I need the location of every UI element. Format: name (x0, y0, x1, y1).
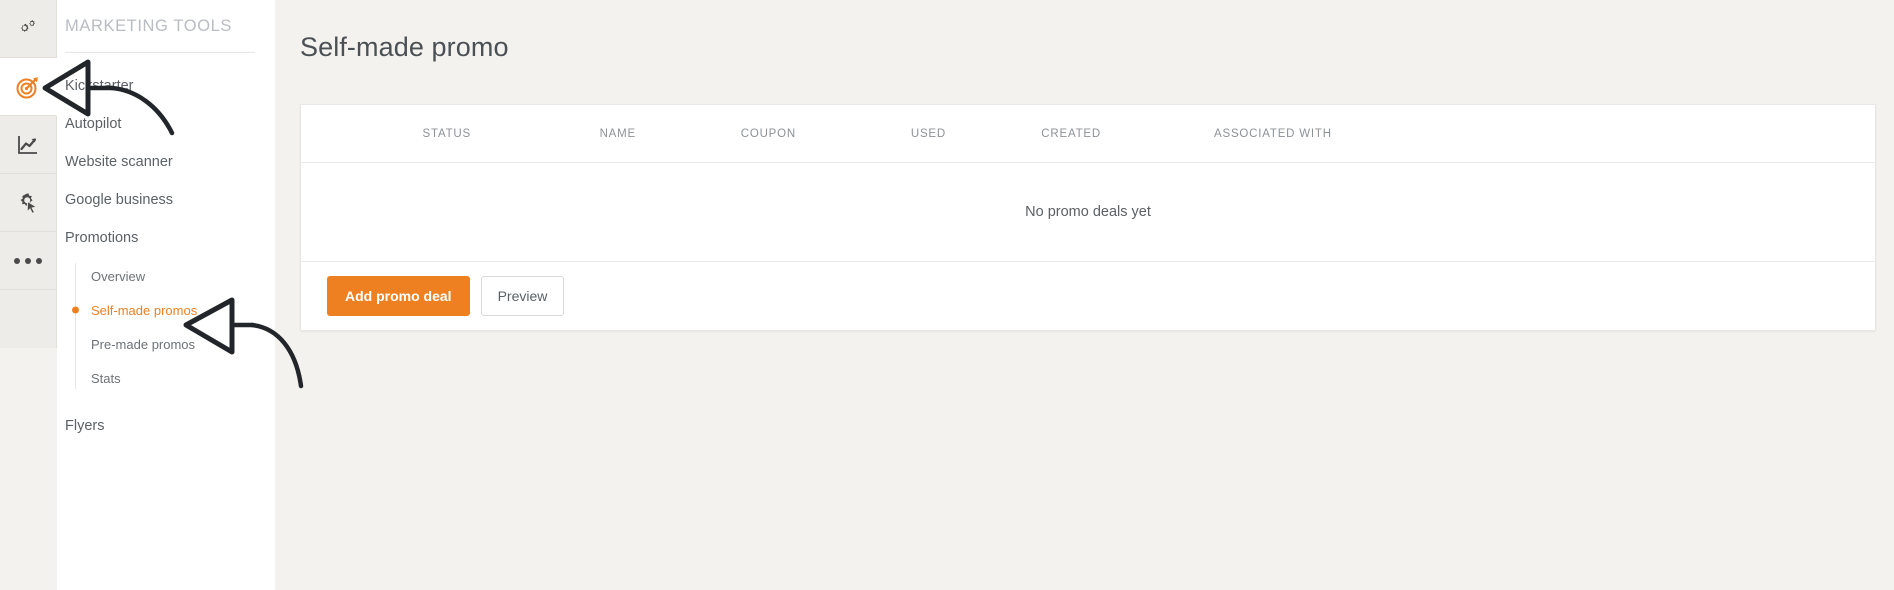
column-header-status: STATUS (301, 128, 471, 140)
active-bullet-icon (72, 307, 79, 314)
sidebar-item-google-business[interactable]: Google business (57, 181, 275, 219)
add-promo-deal-button[interactable]: Add promo deal (327, 276, 470, 316)
target-dart-icon (14, 73, 42, 101)
table-header-row: STATUS NAME COUPON USED CREATED ASSOCIAT… (301, 105, 1875, 162)
empty-state: No promo deals yet (301, 163, 1875, 261)
gear-cursor-icon (15, 190, 41, 216)
sidebar-item-flyers[interactable]: Flyers (57, 407, 275, 445)
ellipsis-icon (14, 258, 42, 264)
sidebar-item-promotions[interactable]: Promotions (57, 219, 275, 257)
sidebar-title: MARKETING TOOLS (61, 0, 275, 36)
subnav-item-label: Stats (91, 371, 121, 386)
table-header-section: STATUS NAME COUPON USED CREATED ASSOCIAT… (301, 105, 1875, 162)
column-header-name: NAME (471, 128, 636, 140)
rail-item-reports[interactable] (0, 116, 56, 174)
sidebar-divider (65, 52, 255, 53)
empty-state-message: No promo deals yet (1025, 204, 1151, 220)
subnav-item-label: Overview (91, 269, 145, 284)
rail-item-automation[interactable] (0, 174, 56, 232)
rail-item-settings[interactable] (0, 0, 56, 58)
line-chart-icon (15, 132, 41, 158)
sidebar-item-autopilot[interactable]: Autopilot (57, 105, 275, 143)
subnav-item-self-made-promos[interactable]: Self-made promos (91, 293, 275, 327)
subnav-item-stats[interactable]: Stats (91, 361, 275, 395)
column-header-associated-with: ASSOCIATED WITH (1101, 128, 1332, 140)
main-content: Self-made promo STATUS NAME COUPON USED … (275, 0, 1894, 590)
column-header-coupon: COUPON (636, 128, 796, 140)
column-header-created: CREATED (946, 128, 1101, 140)
action-bar: Add promo deal Preview (301, 262, 1875, 330)
subnav-item-pre-made-promos[interactable]: Pre-made promos (91, 327, 275, 361)
promotions-subnav: Overview Self-made promos Pre-made promo… (75, 259, 275, 395)
marketing-tools-sidebar: MARKETING TOOLS Kickstarter Autopilot We… (57, 0, 275, 590)
sidebar-item-kickstarter[interactable]: Kickstarter (57, 67, 275, 105)
sidebar-item-website-scanner[interactable]: Website scanner (57, 143, 275, 181)
page-title: Self-made promo (275, 0, 1894, 63)
subnav-item-overview[interactable]: Overview (91, 259, 275, 293)
subnav-item-label: Pre-made promos (91, 337, 195, 352)
sidebar-nav: Kickstarter Autopilot Website scanner Go… (57, 67, 275, 445)
settings-gears-icon (15, 16, 41, 42)
rail-item-more[interactable] (0, 232, 56, 290)
promo-deals-card: STATUS NAME COUPON USED CREATED ASSOCIAT… (300, 104, 1876, 331)
card-actions-section: Add promo deal Preview (301, 261, 1875, 330)
table-body-section: No promo deals yet (301, 162, 1875, 261)
preview-button[interactable]: Preview (481, 276, 565, 316)
subnav-item-label: Self-made promos (91, 303, 197, 318)
rail-item-marketing-tools[interactable] (0, 58, 57, 116)
icon-rail (0, 0, 57, 348)
column-header-used: USED (796, 128, 946, 140)
